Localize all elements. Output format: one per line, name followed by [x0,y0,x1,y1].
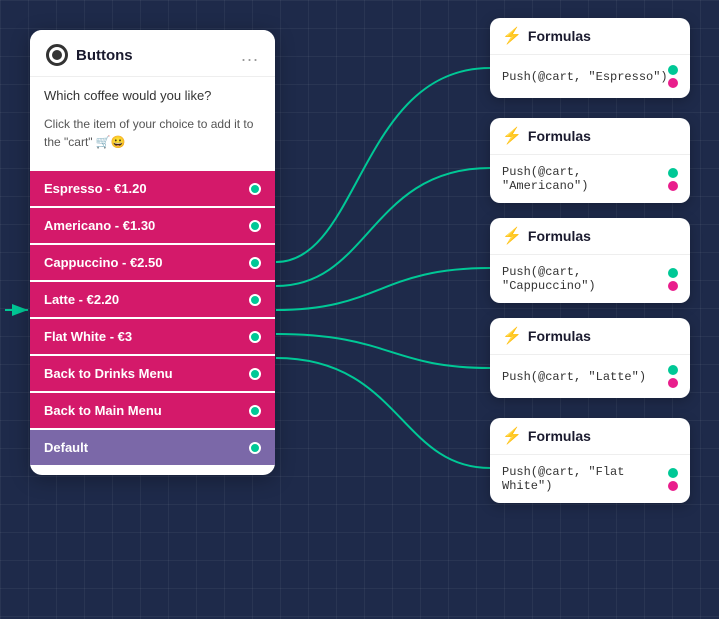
formula-header-1: ⚡ Formulas [490,118,690,155]
dot-pink-1 [668,181,678,191]
dot-pink-4 [668,481,678,491]
dot-green-3 [668,365,678,375]
button-item-0[interactable]: Espresso - €1.20 [30,171,275,206]
button-label-5: Back to Drinks Menu [44,366,173,381]
lightning-icon-0: ⚡ [502,26,522,46]
button-dot-0 [249,183,261,195]
dot-green-2 [668,268,678,278]
dot-green-4 [668,468,678,478]
button-dot-6 [249,405,261,417]
button-dot-3 [249,294,261,306]
button-label-6: Back to Main Menu [44,403,162,418]
button-dot-4 [249,331,261,343]
formula-box-3: ⚡ Formulas Push(@cart, "Latte") [490,318,690,398]
panel-icon [46,44,68,66]
buttons-panel: Buttons ... Which coffee would you like?… [30,30,275,475]
formula-box-1: ⚡ Formulas Push(@cart, "Americano") [490,118,690,203]
formula-code-3: Push(@cart, "Latte") [502,370,646,384]
dot-green-1 [668,168,678,178]
formula-header-4: ⚡ Formulas [490,418,690,455]
formula-dots-4 [668,468,678,491]
formula-dots-2 [668,268,678,291]
button-dot-1 [249,220,261,232]
panel-body: Which coffee would you like? Click the i… [30,77,275,171]
button-label-3: Latte - €2.20 [44,292,119,307]
formula-body-3: Push(@cart, "Latte") [490,355,690,398]
lightning-icon-2: ⚡ [502,226,522,246]
formula-code-4: Push(@cart, "Flat White") [502,465,668,493]
button-dot-2 [249,257,261,269]
formula-body-2: Push(@cart, "Cappuccino") [490,255,690,303]
formula-header-0: ⚡ Formulas [490,18,690,55]
formula-header-2: ⚡ Formulas [490,218,690,255]
button-dot-5 [249,368,261,380]
canvas: Buttons ... Which coffee would you like?… [0,0,719,619]
btn-list: Espresso - €1.20 Americano - €1.30 Cappucc… [30,171,275,467]
formula-code-1: Push(@cart, "Americano") [502,165,668,193]
button-item-6[interactable]: Back to Main Menu [30,393,275,428]
formula-title-1: Formulas [528,128,591,144]
formula-code-2: Push(@cart, "Cappuccino") [502,265,668,293]
button-item-5[interactable]: Back to Drinks Menu [30,356,275,391]
panel-header: Buttons ... [30,30,275,77]
lightning-icon-3: ⚡ [502,326,522,346]
formula-code-0: Push(@cart, "Espresso") [502,70,668,84]
button-label-1: Americano - €1.30 [44,218,155,233]
formula-box-2: ⚡ Formulas Push(@cart, "Cappuccino") [490,218,690,303]
formula-body-0: Push(@cart, "Espresso") [490,55,690,98]
panel-menu-icon[interactable]: ... [241,45,259,66]
button-dot-7 [249,442,261,454]
formula-title-0: Formulas [528,28,591,44]
formula-body-1: Push(@cart, "Americano") [490,155,690,203]
lightning-icon-4: ⚡ [502,426,522,446]
dot-pink-2 [668,281,678,291]
button-item-4[interactable]: Flat White - €3 [30,319,275,354]
lightning-icon-1: ⚡ [502,126,522,146]
button-item-7[interactable]: Default [30,430,275,465]
description-text: Click the item of your choice to add it … [44,115,261,151]
button-label-4: Flat White - €3 [44,329,132,344]
formula-title-4: Formulas [528,428,591,444]
formula-title-2: Formulas [528,228,591,244]
button-label-2: Cappuccino - €2.50 [44,255,162,270]
formula-header-3: ⚡ Formulas [490,318,690,355]
dot-pink-3 [668,378,678,388]
question-text: Which coffee would you like? [44,87,261,105]
formula-dots-3 [668,365,678,388]
button-item-1[interactable]: Americano - €1.30 [30,208,275,243]
button-item-2[interactable]: Cappuccino - €2.50 [30,245,275,280]
button-label-7: Default [44,440,88,455]
dot-green-0 [668,65,678,75]
formula-box-0: ⚡ Formulas Push(@cart, "Espresso") [490,18,690,98]
formula-body-4: Push(@cart, "Flat White") [490,455,690,503]
formula-dots-1 [668,168,678,191]
button-label-0: Espresso - €1.20 [44,181,147,196]
dot-pink-0 [668,78,678,88]
formula-box-4: ⚡ Formulas Push(@cart, "Flat White") [490,418,690,503]
formula-dots-0 [668,65,678,88]
panel-title: Buttons [76,47,233,64]
formula-title-3: Formulas [528,328,591,344]
button-item-3[interactable]: Latte - €2.20 [30,282,275,317]
